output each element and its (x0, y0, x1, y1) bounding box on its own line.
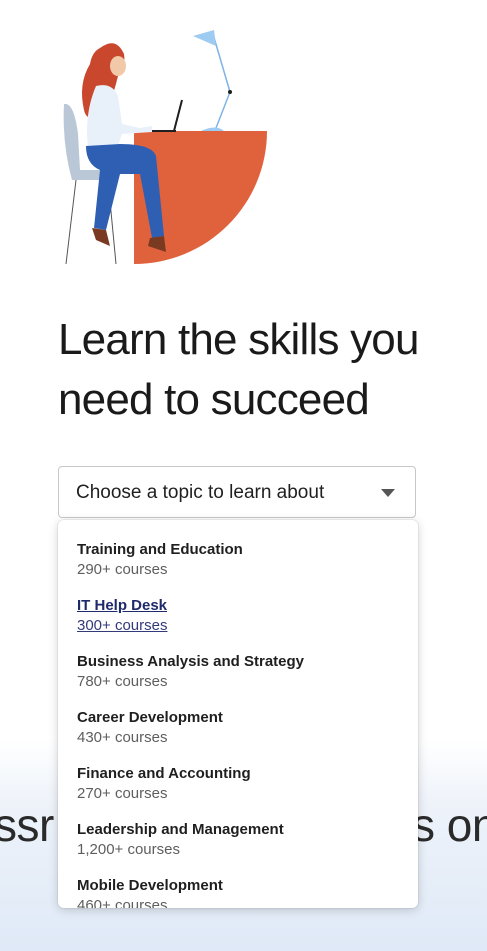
topic-option-count: 290+ courses (77, 561, 168, 578)
topic-option-title: Finance and Accounting (77, 765, 251, 782)
topic-option-mobile-development[interactable]: Mobile Development 460+ courses (77, 876, 223, 908)
lamp-icon (212, 33, 231, 129)
topic-option-title: Business Analysis and Strategy (77, 653, 305, 670)
topic-dropdown-list: Training and Education 290+ courses IT H… (58, 520, 418, 908)
background-heading-fragment-left: ssr (0, 799, 54, 851)
topic-select[interactable]: Choose a topic to learn about (58, 466, 416, 518)
topic-option-count: 460+ courses (77, 897, 168, 908)
topic-option-leadership-and-management[interactable]: Leadership and Management 1,200+ courses (77, 820, 284, 860)
topic-option-title: Career Development (77, 709, 223, 726)
topic-option-count: 270+ courses (77, 785, 168, 802)
topic-option-it-help-desk[interactable]: IT Help Desk 300+ courses (77, 596, 167, 636)
topic-option-title: Training and Education (77, 541, 243, 558)
topic-option-training-and-education[interactable]: Training and Education 290+ courses (77, 540, 243, 580)
topic-option-title: IT Help Desk (77, 597, 168, 614)
topic-option-title: Leadership and Management (77, 821, 284, 838)
background-heading-fragment-right: s on (412, 799, 487, 851)
topic-option-count: 300+ courses (77, 617, 168, 634)
topic-option-count: 780+ courses (77, 673, 168, 690)
person-at-desk-illustration (63, 30, 267, 265)
topic-option-business-analysis-and-strategy[interactable]: Business Analysis and Strategy 780+ cour… (77, 652, 304, 692)
chevron-down-icon[interactable] (381, 489, 395, 497)
topic-option-finance-and-accounting[interactable]: Finance and Accounting 270+ courses (77, 764, 251, 804)
topic-option-career-development[interactable]: Career Development 430+ courses (77, 708, 223, 748)
topic-option-title: Mobile Development (77, 877, 223, 894)
topic-option-count: 430+ courses (77, 729, 168, 746)
topic-select-label: Choose a topic to learn about (76, 482, 325, 503)
topic-option-count: 1,200+ courses (77, 841, 180, 858)
page-headline: Learn the skills you need to succeed (58, 315, 419, 424)
